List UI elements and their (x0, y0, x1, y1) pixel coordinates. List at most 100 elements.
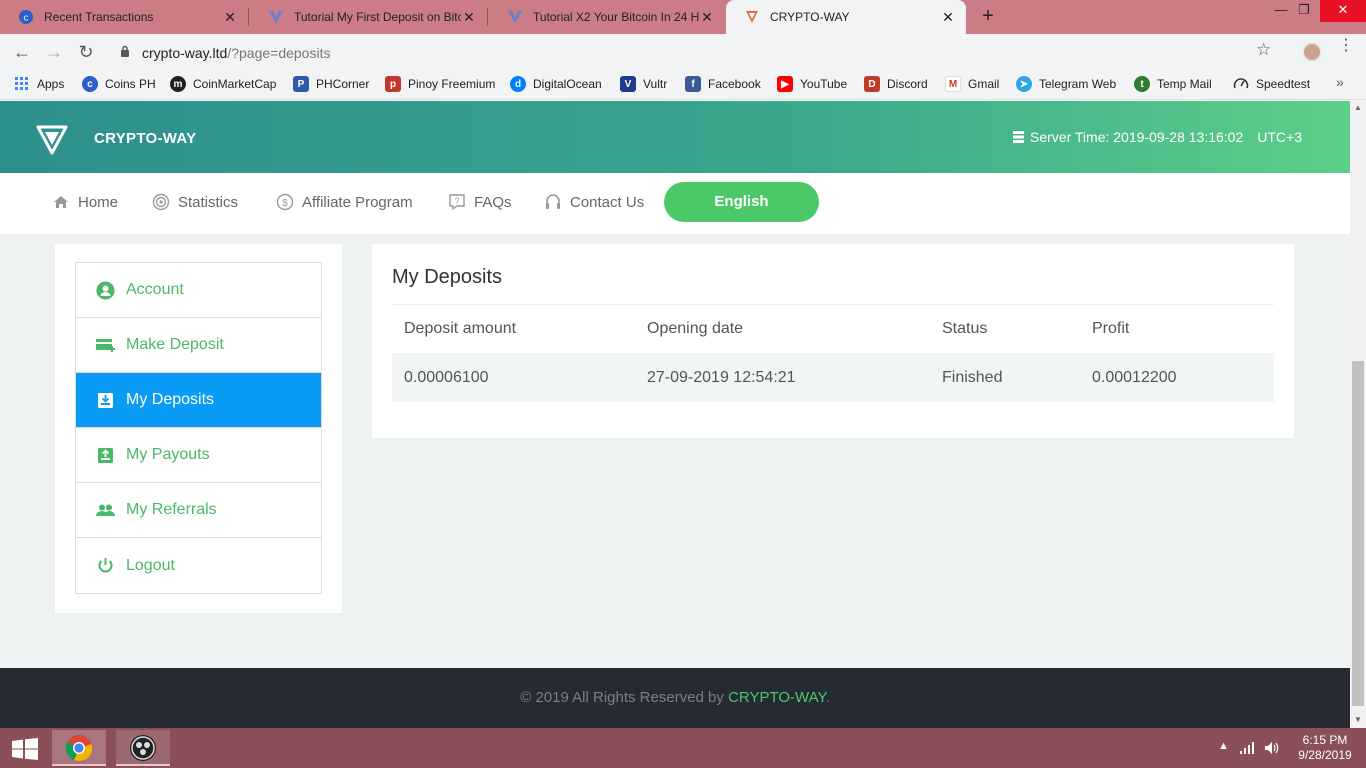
more-bookmarks-button[interactable]: » (1336, 74, 1344, 90)
windows-start-icon[interactable] (12, 738, 38, 760)
url-host: crypto-way.ltd (142, 45, 228, 61)
bookmark-temp-mail[interactable]: t Temp Mail (1134, 76, 1212, 92)
copyright-suffix: . (825, 689, 830, 706)
sidebar-item-my-referrals[interactable]: My Referrals (76, 483, 321, 538)
bookmark-label: Telegram Web (1039, 77, 1117, 91)
bookmark-discord[interactable]: D Discord (864, 76, 928, 92)
bookmark-gmail[interactable]: M Gmail (945, 76, 999, 92)
card-plus-icon (96, 338, 115, 352)
vultr-icon: V (620, 76, 636, 92)
nav-affiliate-program[interactable]: $ Affiliate Program (276, 193, 413, 211)
brand-name[interactable]: CRYPTO-WAY (94, 130, 196, 147)
volume-icon[interactable] (1264, 741, 1280, 755)
avatar[interactable] (1302, 42, 1322, 62)
tab-title: Recent Transactions (44, 10, 154, 24)
crypto-way-logo[interactable] (36, 123, 68, 155)
taskbar-obs[interactable] (116, 730, 170, 766)
deposits-table: Deposit amount Opening date Status Profi… (392, 305, 1274, 402)
tab-tutorial-first-deposit[interactable]: Tutorial My First Deposit on Bitcoin ✕ (250, 0, 487, 34)
scrollbar-thumb[interactable] (1352, 361, 1364, 706)
tray-expand-icon[interactable]: ▲ (1218, 740, 1229, 752)
nav-statistics[interactable]: Statistics (152, 193, 238, 211)
close-icon[interactable]: ✕ (940, 9, 956, 26)
pinoy-freemium-icon: p (385, 76, 401, 92)
bookmark-label: Pinoy Freemium (408, 77, 496, 91)
bookmark-label: Vultr (643, 77, 668, 91)
bookmark-coins-ph[interactable]: c Coins PH (82, 76, 156, 92)
nav-contact-us[interactable]: Contact Us (544, 193, 644, 211)
bookmark-label: Facebook (708, 77, 761, 91)
nav-label: Statistics (178, 193, 239, 211)
footer-brand-link[interactable]: CRYPTO-WAY (728, 689, 826, 706)
apps-grid-icon (15, 77, 28, 90)
sidebar-item-my-deposits[interactable]: My Deposits (76, 373, 321, 428)
bookmark-pinoy-freemium[interactable]: p Pinoy Freemium (385, 76, 495, 92)
bookmark-label: Discord (887, 77, 928, 91)
question-icon: ? (449, 194, 465, 211)
cryptoway-icon (746, 11, 758, 23)
status-cell: Finished (930, 353, 1080, 402)
close-icon[interactable]: ✕ (461, 9, 477, 26)
close-icon[interactable]: ✕ (699, 9, 715, 26)
tab-recent-transactions[interactable]: c Recent Transactions ✕ (0, 0, 248, 34)
bookmark-apps[interactable]: Apps (14, 76, 64, 92)
bookmark-speedtest[interactable]: Speedtest (1233, 76, 1310, 92)
back-arrow-icon[interactable]: ← (10, 40, 34, 64)
youtube-icon: ▶ (777, 76, 793, 92)
star-icon[interactable]: ☆ (1256, 40, 1271, 60)
bookmark-label: Speedtest (1256, 77, 1311, 91)
digitalocean-icon: d (510, 76, 526, 92)
bookmark-phcorner[interactable]: P PHCorner (293, 76, 369, 92)
sidebar-item-my-payouts[interactable]: My Payouts (76, 428, 321, 483)
sidebar-item-account[interactable]: Account (76, 263, 321, 318)
bookmark-youtube[interactable]: ▶ YouTube (777, 76, 847, 92)
bookmark-coinmarketcap[interactable]: m CoinMarketCap (170, 76, 276, 92)
web-page: CRYPTO-WAY Server Time: 2019-09-28 13:16… (0, 101, 1350, 728)
column-header-status: Status (942, 320, 988, 337)
window-close-button[interactable]: ✕ (1320, 0, 1366, 22)
bookmark-facebook[interactable]: f Facebook (685, 76, 761, 92)
bookmark-vultr[interactable]: V Vultr (620, 76, 667, 92)
forward-arrow-icon[interactable]: → (42, 40, 66, 64)
copyright-text: © 2019 All Rights Reserved by (520, 689, 729, 706)
address-bar[interactable]: crypto-way.ltd/?page=deposits (108, 38, 1298, 66)
tab-title: Tutorial X2 Your Bitcoin In 24 Hours (533, 10, 699, 24)
url-text: crypto-way.ltd/?page=deposits (142, 45, 330, 61)
menu-icon[interactable]: ⋮ (1338, 38, 1354, 54)
scroll-down-icon[interactable]: ▼ (1354, 715, 1362, 724)
bookmark-label: PHCorner (316, 77, 370, 91)
bookmark-telegram-web[interactable]: ➤ Telegram Web (1016, 76, 1116, 92)
clock-date: 9/28/2019 (1298, 748, 1352, 762)
profit-cell: 0.00012200 (1080, 353, 1274, 402)
network-icon[interactable] (1240, 742, 1256, 754)
scroll-up-icon[interactable]: ▲ (1354, 103, 1362, 112)
account-menu: Account Make Deposit My Deposits My Payo… (75, 262, 322, 594)
sidebar-item-make-deposit[interactable]: Make Deposit (76, 318, 321, 373)
tab-tutorial-x2[interactable]: Tutorial X2 Your Bitcoin In 24 Hours ✕ (489, 0, 725, 34)
nav-label: Contact Us (570, 193, 645, 211)
dollar-circle-icon: $ (276, 193, 294, 211)
sidebar-item-label: My Referrals (126, 501, 217, 518)
timezone: UTC+3 (1257, 129, 1302, 145)
bookmark-digitalocean[interactable]: d DigitalOcean (510, 76, 602, 92)
bookmark-label: DigitalOcean (533, 77, 602, 91)
nav-faqs[interactable]: ? FAQs (448, 193, 512, 211)
site-footer: © 2019 All Rights Reserved by CRYPTO-WAY… (0, 668, 1350, 728)
page-scrollbar[interactable]: ▲ ▼ (1350, 101, 1366, 728)
sidebar-item-logout[interactable]: Logout (76, 538, 321, 593)
speedtest-icon (1233, 78, 1249, 89)
nav-home[interactable]: Home (52, 193, 118, 211)
language-button[interactable]: English (664, 182, 819, 222)
svg-text:$: $ (282, 198, 288, 209)
power-icon (98, 558, 113, 573)
discord-icon: D (864, 76, 880, 92)
tab-crypto-way[interactable]: CRYPTO-WAY ✕ (726, 0, 966, 34)
table-header-row: Deposit amount Opening date Status Profi… (392, 305, 1274, 353)
bookmark-label: CoinMarketCap (193, 77, 277, 91)
taskbar-clock[interactable]: 6:15 PM 9/28/2019 (1296, 733, 1354, 763)
reload-icon[interactable]: ↻ (74, 40, 98, 64)
column-header-profit: Profit (1092, 320, 1130, 337)
close-icon[interactable]: ✕ (222, 9, 238, 26)
new-tab-button[interactable]: + (976, 4, 1000, 28)
taskbar-chrome[interactable] (52, 730, 106, 766)
